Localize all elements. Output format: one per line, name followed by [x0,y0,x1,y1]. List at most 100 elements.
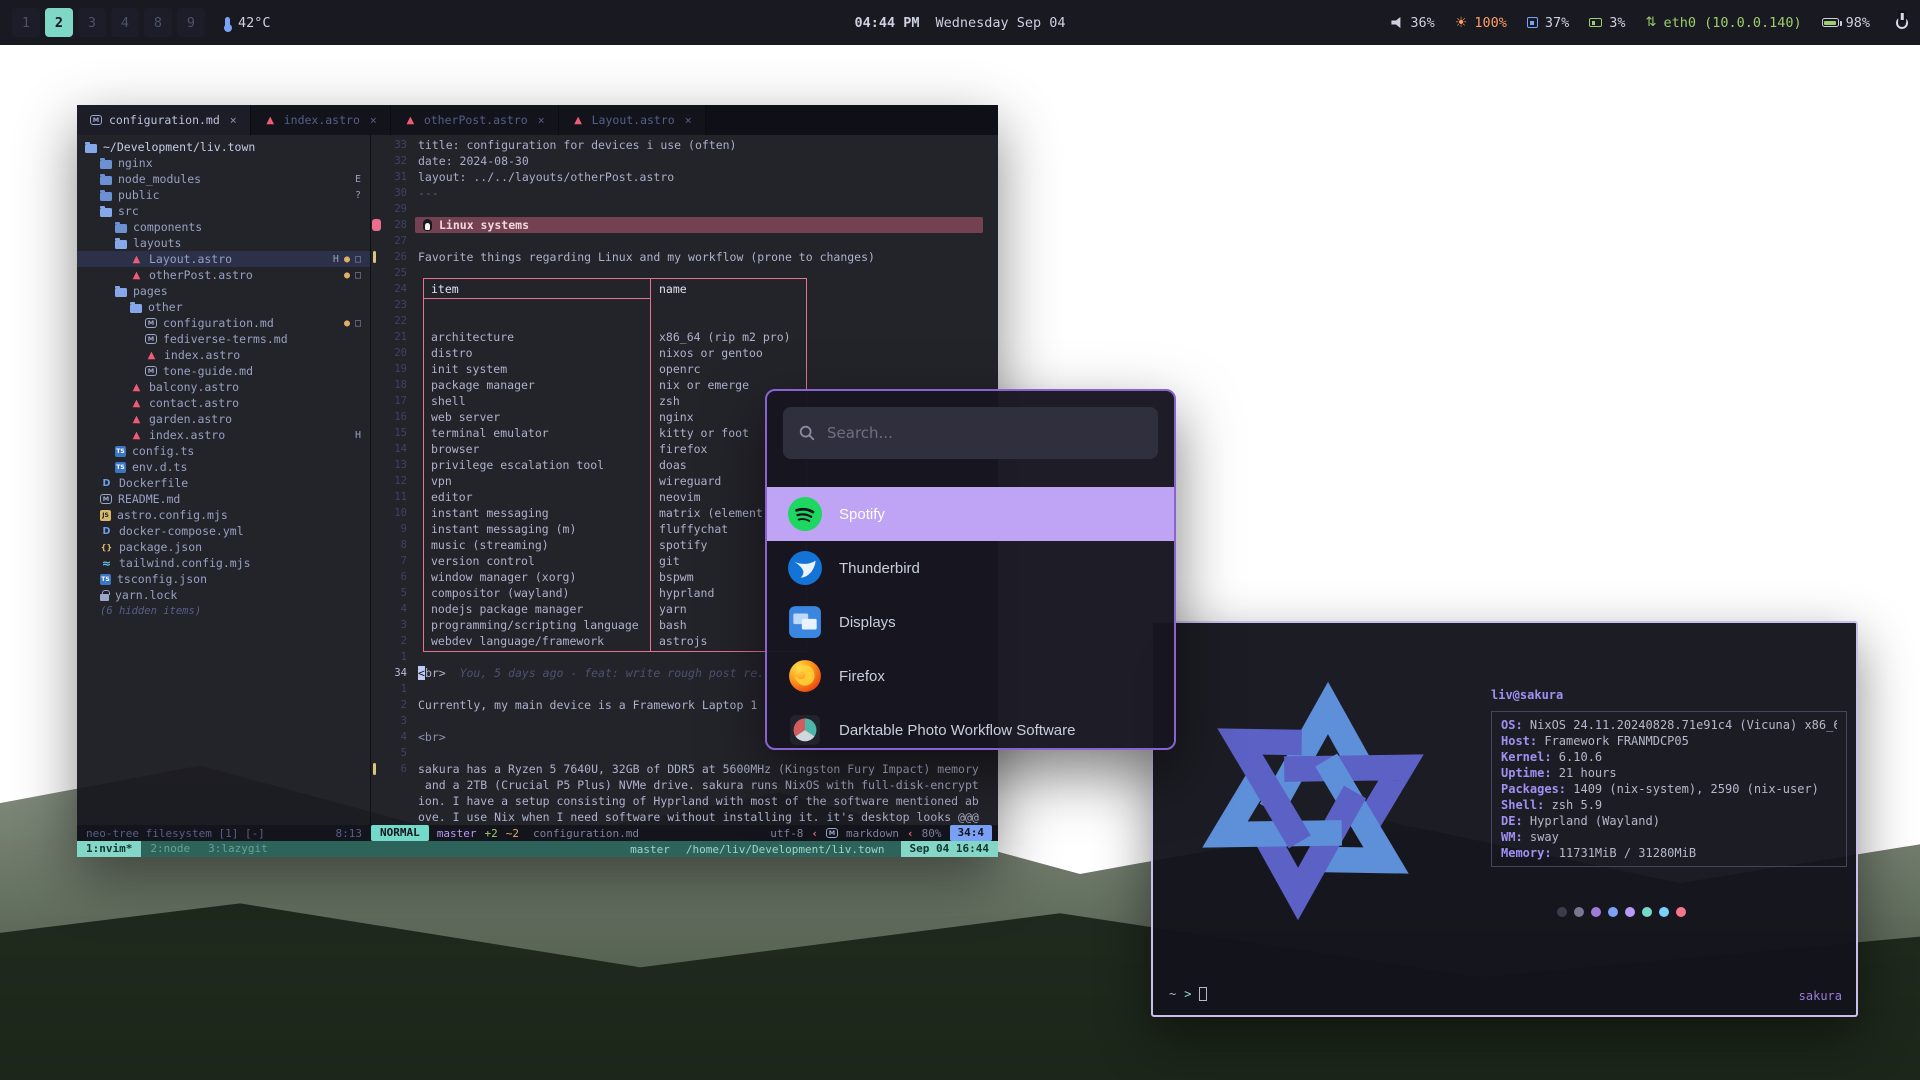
workspace-9[interactable]: 9 [177,8,205,37]
thermometer-icon [225,17,230,29]
module-cpu[interactable]: 37% [1527,15,1569,31]
markdown-heading: Linux systems [415,217,983,233]
tmux-window[interactable]: 3:lazygit [199,841,277,857]
tree-item[interactable]: other [77,299,370,315]
launcher-item-spotify[interactable]: Spotify [767,487,1174,541]
separator-icon: ‹ [907,827,914,840]
tree-item[interactable]: JSastro.config.mjs [77,507,370,523]
launcher-item-firefox[interactable]: Firefox [767,649,1174,703]
badge: ● [344,318,350,329]
module-memory[interactable]: 3% [1589,15,1625,31]
module-volume[interactable]: 36% [1391,15,1434,31]
tree-item-label: tailwind.config.mjs [119,556,251,570]
tree-item[interactable]: ▲garden.astro [77,411,370,427]
line-number: 3 [371,713,407,729]
tree-item[interactable]: Ddocker-compose.yml [77,523,370,539]
power-icon[interactable] [1896,17,1908,29]
folder-icon [100,192,112,201]
module-brightness[interactable]: ☀100% [1455,15,1507,31]
launcher-item-thunderbird[interactable]: Thunderbird [767,541,1174,595]
line-number: 19 [371,361,407,377]
line-text: layout: ../../layouts/otherPost.astro [418,169,674,185]
tree-item-label: README.md [118,492,180,506]
fetch-rows: OS: NixOS 24.11.20240828.71e91c4 (Vicuna… [1491,711,1847,867]
markdown-icon: M [826,828,838,838]
workspace-4[interactable]: 4 [111,8,139,37]
tab-configuration.md[interactable]: Mconfiguration.md× [77,105,251,135]
line-number: 27 [371,233,407,249]
launcher-item-darktable[interactable]: Darktable Photo Workflow Software [767,703,1174,750]
tree-item[interactable]: (6 hidden items) [77,603,370,619]
table-cell-name: yarn [659,601,687,617]
workspace-2[interactable]: 2 [45,8,73,37]
close-icon[interactable]: × [538,113,545,127]
tmux-windows: 1:nvim*2:node3:lazygit [77,841,277,857]
tree-item[interactable]: node_modulesE [77,171,370,187]
tree-item[interactable]: components [77,219,370,235]
launcher-item-displays[interactable]: Displays [767,595,1174,649]
ts-icon: TS [115,462,126,473]
tree-item[interactable]: TSenv.d.ts [77,459,370,475]
tree-item[interactable]: public? [77,187,370,203]
line-number: 23 [371,297,407,313]
line-number: 26 [371,249,407,265]
tab-Layout.astro[interactable]: ▲Layout.astro× [559,105,706,135]
tmux-window[interactable]: 1:nvim* [77,841,141,857]
tree-item[interactable]: TStsconfig.json [77,571,370,587]
lock-icon [100,594,109,601]
tab-index.astro[interactable]: ▲index.astro× [251,105,391,135]
tree-item-label: astro.config.mjs [117,508,228,522]
tree-item[interactable]: ▲contact.astro [77,395,370,411]
line-number: 1 [371,681,407,697]
tree-item[interactable]: ▲otherPost.astro●□ [77,267,370,283]
terminal-window[interactable]: liv@sakura OS: NixOS 24.11.20240828.71e9… [1151,621,1858,1017]
file-tree[interactable]: ~/Development/liv.townnginxnode_modulesE… [77,135,371,825]
tree-item[interactable]: src [77,203,370,219]
palette-dot [1574,907,1584,917]
tree-item[interactable]: {}package.json [77,539,370,555]
tree-item-label: pages [133,284,168,298]
tree-item[interactable]: pages [77,283,370,299]
workspace-3[interactable]: 3 [78,8,106,37]
battery-icon [1822,18,1839,27]
line-number: 5 [371,585,407,601]
close-icon[interactable]: × [230,113,237,127]
shell-prompt[interactable]: ~ > [1169,987,1207,1001]
workspace-1[interactable]: 1 [12,8,40,37]
tree-item[interactable]: Mtone-guide.md [77,363,370,379]
tree-item[interactable]: Mconfiguration.md●□ [77,315,370,331]
fetch-label: Packages: [1501,782,1566,796]
close-icon[interactable]: × [685,113,692,127]
tree-item-label: nginx [118,156,153,170]
tree-item[interactable]: layouts [77,235,370,251]
tree-item[interactable]: ▲index.astroH [77,427,370,443]
tree-item[interactable]: ▲Layout.astroH●□ [77,251,370,267]
penguin-icon [423,219,432,231]
workspace-8[interactable]: 8 [144,8,172,37]
table-cell-name: hyprland [659,585,714,601]
tree-item[interactable]: nginx [77,155,370,171]
terminal-cursor [1199,987,1207,1001]
tree-item[interactable]: ≈tailwind.config.mjs [77,555,370,571]
memory-icon [1589,18,1602,27]
module-network[interactable]: ⇅eth0 (10.0.0.140) [1646,15,1802,31]
tree-item[interactable]: yarn.lock [77,587,370,603]
table-cell-item: instant messaging [431,505,549,521]
current-file: configuration.md [533,827,639,840]
tmux-window[interactable]: 2:node [141,841,199,857]
tree-item[interactable]: DDockerfile [77,475,370,491]
tree-item[interactable]: MREADME.md [77,491,370,507]
close-icon[interactable]: × [370,113,377,127]
module-battery[interactable]: 98% [1822,15,1870,31]
table-cell-item: instant messaging (m) [431,521,576,537]
search-input[interactable]: Search... [783,407,1158,459]
astro-icon: ▲ [130,413,143,426]
tree-item[interactable]: Mfediverse-terms.md [77,331,370,347]
tab-otherPost.astro[interactable]: ▲otherPost.astro× [391,105,559,135]
tree-item[interactable]: ~/Development/liv.town [77,139,370,155]
tree-item[interactable]: ▲index.astro [77,347,370,363]
tree-item[interactable]: ▲balcony.astro [77,379,370,395]
tree-item[interactable]: TSconfig.ts [77,443,370,459]
tmux-branch: master [630,843,670,856]
line-number: 21 [371,329,407,345]
